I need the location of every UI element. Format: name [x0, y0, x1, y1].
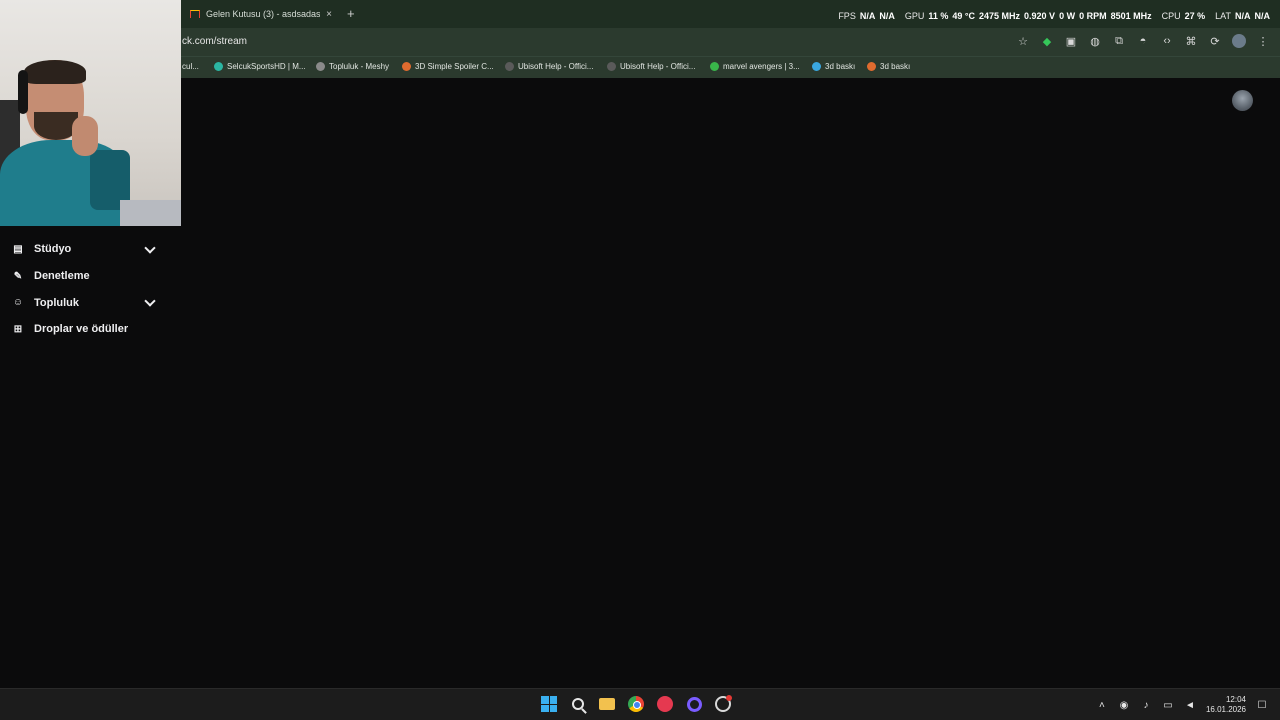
tab-close-button[interactable]: ×	[326, 9, 332, 20]
app-ring-icon[interactable]	[685, 695, 703, 713]
sidebar-item-label: Stüdyo	[34, 243, 72, 256]
bookmark-item[interactable]: cul...	[182, 62, 199, 71]
incognito-icon[interactable]: ◓	[1136, 34, 1150, 48]
chevron-up-icon[interactable]: ˄	[1096, 699, 1108, 711]
gmail-icon	[190, 10, 200, 18]
file-explorer-icon[interactable]	[598, 695, 616, 713]
studio-icon: ▤	[13, 243, 23, 255]
bookmark-item[interactable]: 3d baskı	[867, 62, 910, 71]
creator-sidebar: ▤ Stüdyo ✎ Denetleme ☺ Topluluk ⊞ Dropla…	[0, 236, 170, 343]
obs-icon[interactable]	[714, 695, 732, 713]
tab-title: Gelen Kutusu (3) - asdsadasdas	[206, 9, 321, 19]
bookmark-item[interactable]: Ubisoft Help - Offici...	[607, 62, 695, 71]
screen: Gelen Kutusu (3) - asdsadasdas × + FPSN/…	[0, 0, 1280, 720]
sidebar-item-label: Denetleme	[34, 270, 90, 283]
bookmark-item[interactable]: marvel avengers | 3...	[710, 62, 800, 71]
bookmark-star-icon[interactable]: ☆	[1016, 34, 1030, 48]
bookmark-item[interactable]: 3D Simple Spoiler C...	[402, 62, 494, 71]
chevron-down-icon[interactable]	[144, 295, 156, 308]
search-icon[interactable]	[569, 695, 587, 713]
browser-tab[interactable]: Gelen Kutusu (3) - asdsadasdas ×	[182, 2, 340, 26]
bookmark-item[interactable]: 3d baskı	[812, 62, 855, 71]
windows-taskbar: ˄ ◉ ♪ ▭ ◄ 12:04 16.01.2026 ☐	[0, 688, 1280, 720]
wrench-icon: ✎	[13, 270, 23, 282]
system-tray: ˄ ◉ ♪ ▭ ◄ 12:04 16.01.2026 ☐	[1096, 695, 1268, 715]
bookmark-item[interactable]: Ubisoft Help - Offici...	[505, 62, 593, 71]
browser-tabstrip: Gelen Kutusu (3) - asdsadasdas × + FPSN/…	[0, 0, 1280, 28]
code-icon[interactable]: ‹›	[1160, 34, 1174, 48]
browser-toolbar: ck.com/stream ☆ ◆ ▣ ◍ ⧉ ◓ ‹› ⌘ ⟳ ⋮	[0, 28, 1280, 56]
address-bar[interactable]: ck.com/stream	[182, 36, 247, 47]
drops-icon: ⊞	[13, 323, 23, 335]
performance-overlay: FPS N/A N/A GPU 11 % 49 °C 2475 MHz 0.920 V0 W…	[838, 11, 1270, 21]
clock[interactable]: 12:04 16.01.2026	[1206, 695, 1246, 715]
clock-time: 12:04	[1225, 695, 1246, 704]
translate-icon[interactable]: ⌘	[1184, 34, 1198, 48]
sidebar-item-studio[interactable]: ▤ Stüdyo	[0, 236, 170, 263]
webcam-overlay	[0, 0, 181, 226]
extension-icon[interactable]: ▣	[1064, 34, 1078, 48]
sidebar-item-moderation[interactable]: ✎ Denetleme	[0, 263, 170, 290]
camera-icon[interactable]: ◍	[1088, 34, 1102, 48]
network-icon[interactable]: ▭	[1162, 699, 1174, 711]
profile-avatar-icon[interactable]	[1232, 34, 1246, 48]
media-player-icon[interactable]	[656, 695, 674, 713]
volume-icon[interactable]: ◄	[1184, 699, 1196, 711]
sidebar-item-community[interactable]: ☺ Topluluk	[0, 289, 170, 316]
taskbar-apps	[540, 695, 732, 713]
chrome-icon[interactable]	[627, 695, 645, 713]
sidebar-item-drops[interactable]: ⊞ Droplar ve ödüller	[0, 316, 170, 343]
steam-icon[interactable]: ◉	[1118, 699, 1130, 711]
new-tab-button[interactable]: +	[347, 6, 355, 21]
community-icon: ☺	[12, 297, 24, 309]
chevron-down-icon[interactable]	[144, 242, 156, 254]
sidebar-item-label: Topluluk	[34, 296, 80, 309]
user-avatar[interactable]	[1232, 90, 1253, 111]
bookmarks-bar: cul... SelcukSportsHD | M... Topluluk - …	[0, 56, 1280, 78]
sync-icon[interactable]: ⟳	[1208, 34, 1222, 48]
clock-date: 16.01.2026	[1205, 705, 1246, 714]
notifications-icon[interactable]: ☐	[1256, 699, 1268, 711]
puzzle-icon[interactable]: ⧉	[1112, 34, 1126, 48]
bookmark-item[interactable]: SelcukSportsHD | M...	[214, 62, 306, 71]
start-button-icon[interactable]	[540, 695, 558, 713]
sidebar-item-label: Droplar ve ödüller	[34, 323, 129, 336]
bookmark-item[interactable]: Topluluk - Meshy	[316, 62, 389, 71]
adblock-shield-icon[interactable]: ◆	[1040, 34, 1054, 48]
microphone-icon[interactable]: ♪	[1140, 699, 1152, 711]
toolbar-icons: ☆ ◆ ▣ ◍ ⧉ ◓ ‹› ⌘ ⟳ ⋮	[1016, 34, 1270, 48]
menu-dots-icon[interactable]: ⋮	[1256, 34, 1270, 48]
